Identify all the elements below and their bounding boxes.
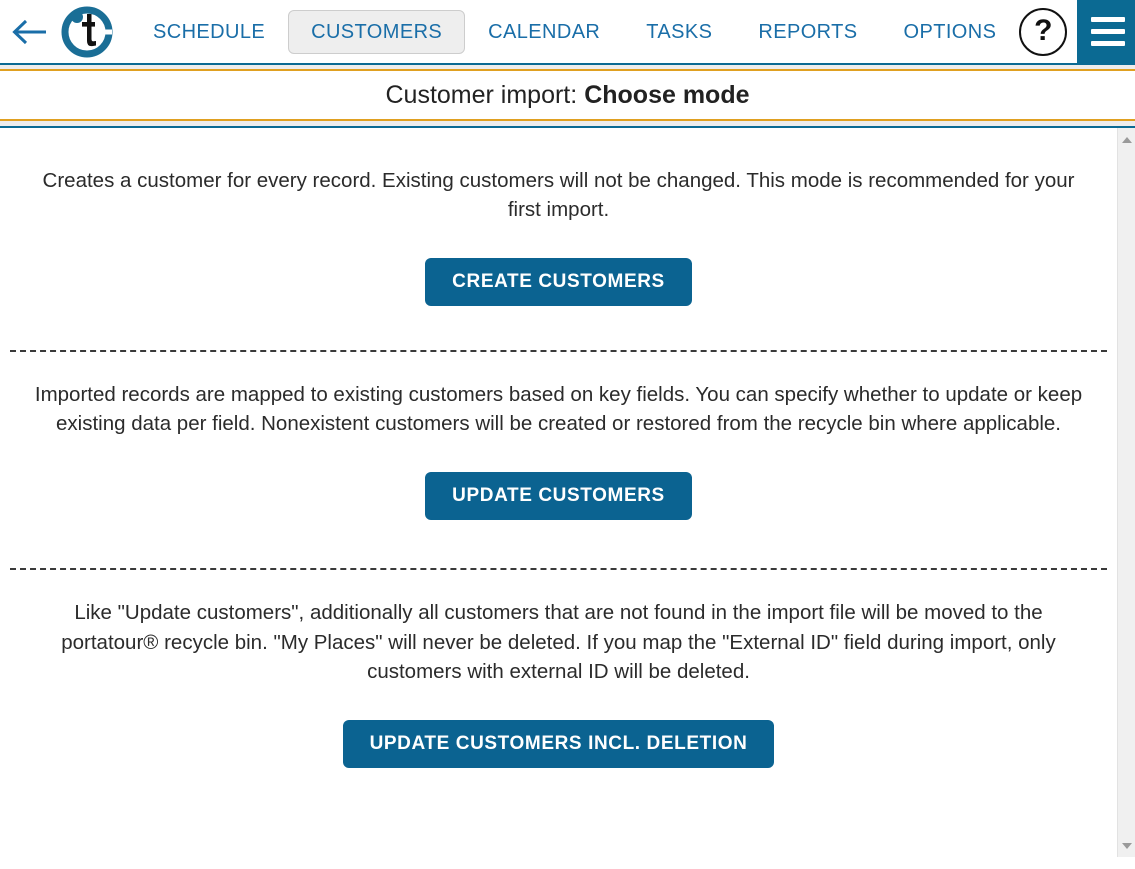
update-customers-button[interactable]: UPDATE CUSTOMERS	[425, 472, 692, 520]
import-mode-list: Creates a customer for every record. Exi…	[0, 128, 1117, 857]
app-header: SCHEDULE CUSTOMERS CALENDAR TASKS REPORT…	[0, 0, 1135, 65]
back-arrow-icon[interactable]	[0, 0, 58, 64]
nav-item-schedule[interactable]: SCHEDULE	[130, 10, 288, 54]
nav-item-calendar[interactable]: CALENDAR	[465, 10, 623, 54]
mode-button-row: UPDATE CUSTOMERS INCL. DELETION	[0, 720, 1117, 768]
scroll-down-arrow-icon[interactable]	[1118, 837, 1135, 854]
mode-button-row: CREATE CUSTOMERS	[0, 258, 1117, 306]
import-mode-update: Imported records are mapped to existing …	[0, 352, 1117, 520]
page-title-prefix: Customer import:	[385, 81, 577, 110]
page-title: Customer import: Choose mode	[0, 69, 1135, 121]
nav-item-customers[interactable]: CUSTOMERS	[288, 10, 465, 54]
import-mode-update-delete: Like "Update customers", additionally al…	[0, 570, 1117, 767]
mode-button-row: UPDATE CUSTOMERS	[0, 472, 1117, 520]
spacer	[0, 520, 1117, 568]
content-area: Creates a customer for every record. Exi…	[0, 128, 1135, 857]
spacer	[0, 306, 1117, 350]
nav-item-options[interactable]: OPTIONS	[881, 10, 1020, 54]
portatour-logo-icon[interactable]	[58, 3, 116, 61]
nav-item-reports[interactable]: REPORTS	[735, 10, 880, 54]
page-title-wrapper: Customer import: Choose mode	[0, 65, 1135, 124]
hamburger-menu-icon[interactable]	[1077, 0, 1135, 64]
mode-description: Imported records are mapped to existing …	[4, 352, 1114, 438]
vertical-scrollbar[interactable]	[1117, 128, 1135, 857]
page-title-emphasis: Choose mode	[584, 81, 749, 110]
update-customers-incl-deletion-button[interactable]: UPDATE CUSTOMERS INCL. DELETION	[343, 720, 775, 768]
app-root: SCHEDULE CUSTOMERS CALENDAR TASKS REPORT…	[0, 0, 1135, 869]
help-question-mark-icon[interactable]: ?	[1019, 8, 1067, 56]
mode-description: Creates a customer for every record. Exi…	[14, 128, 1104, 224]
scroll-up-arrow-icon[interactable]	[1118, 131, 1135, 148]
import-mode-create: Creates a customer for every record. Exi…	[0, 128, 1117, 306]
create-customers-button[interactable]: CREATE CUSTOMERS	[425, 258, 692, 306]
nav-item-tasks[interactable]: TASKS	[623, 10, 735, 54]
main-navigation: SCHEDULE CUSTOMERS CALENDAR TASKS REPORT…	[130, 0, 1019, 64]
mode-description: Like "Update customers", additionally al…	[21, 570, 1096, 685]
